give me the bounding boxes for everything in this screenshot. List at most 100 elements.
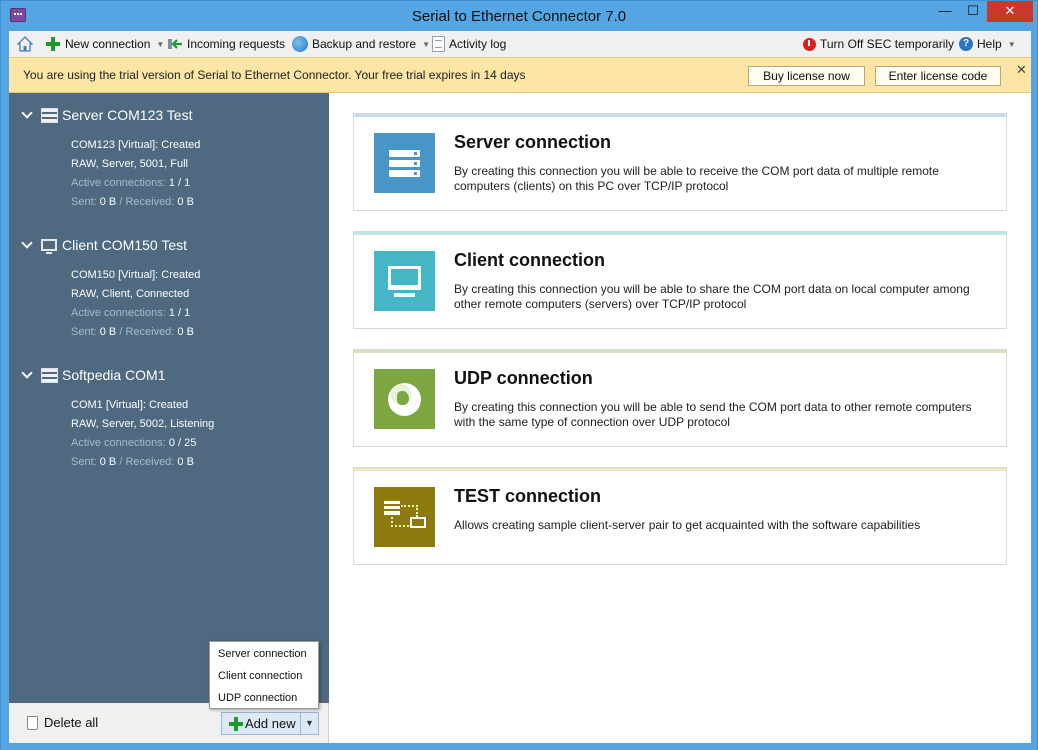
incoming-requests-label: Incoming requests bbox=[187, 37, 286, 51]
traffic-stats: Sent: 0 B / Received: 0 B bbox=[71, 456, 194, 468]
card-title: Server connection bbox=[454, 132, 612, 152]
sent-label: Sent: bbox=[71, 456, 97, 468]
title-bar[interactable]: Serial to Ethernet Connector 7.0 — ☐ ✕ bbox=[1, 1, 1037, 31]
backup-restore-label: Backup and restore bbox=[312, 37, 417, 51]
sidebar-footer: Delete all Add new ▼ bbox=[9, 703, 329, 743]
trash-icon bbox=[27, 715, 38, 730]
add-new-dropdown-arrow[interactable]: ▼ bbox=[300, 713, 318, 734]
incoming-requests-button[interactable]: Incoming requests bbox=[167, 34, 285, 54]
add-new-split-button[interactable]: Add new ▼ bbox=[221, 712, 319, 735]
add-new-button[interactable]: Add new bbox=[222, 713, 300, 734]
card-description: By creating this connection you will be … bbox=[454, 282, 970, 311]
menu-item-client-connection[interactable]: Client connection bbox=[218, 670, 302, 682]
received-label: / Received: bbox=[119, 456, 175, 468]
chevron-down-icon[interactable]: ▼ bbox=[422, 40, 430, 49]
minimize-button[interactable]: — bbox=[931, 1, 959, 22]
incoming-arrow-icon bbox=[168, 39, 182, 49]
sent-value: 0 B bbox=[99, 196, 117, 208]
connection-settings: RAW, Client, Connected bbox=[71, 288, 190, 300]
card-accent bbox=[354, 468, 1006, 471]
activity-log-label: Activity log bbox=[449, 37, 507, 51]
menu-item-udp-connection[interactable]: UDP connection bbox=[218, 692, 297, 704]
plus-icon bbox=[45, 36, 61, 52]
server-icon bbox=[41, 367, 58, 383]
chevron-down-icon[interactable] bbox=[21, 239, 33, 251]
connection-name: Client COM150 Test bbox=[62, 237, 188, 253]
client-area: New connection ▼ Incoming requests Backu… bbox=[9, 31, 1031, 743]
chevron-down-icon[interactable]: ▼ bbox=[1008, 40, 1016, 49]
help-button[interactable]: ? Help ▼ bbox=[959, 34, 1016, 54]
received-value: 0 B bbox=[177, 456, 194, 468]
chevron-down-icon[interactable]: ▼ bbox=[156, 40, 164, 49]
card-accent bbox=[354, 114, 1006, 117]
server-icon bbox=[41, 107, 58, 123]
active-connections: Active connections: 0 / 25 bbox=[71, 437, 196, 449]
new-connection-label: New connection bbox=[65, 37, 151, 51]
toolbar: New connection ▼ Incoming requests Backu… bbox=[9, 31, 1031, 57]
connection-port-status: COM123 [Virtual]: Created bbox=[71, 139, 201, 151]
home-button[interactable] bbox=[17, 34, 37, 54]
active-connections-value: 1 / 1 bbox=[168, 307, 191, 319]
received-value: 0 B bbox=[177, 196, 194, 208]
delete-all-label: Delete all bbox=[44, 715, 99, 730]
connection-port-status: COM150 [Virtual]: Created bbox=[71, 269, 201, 281]
udp-connection-globe-icon bbox=[374, 369, 435, 429]
turn-off-sec-label: Turn Off SEC temporarily bbox=[820, 37, 955, 51]
new-connection-button[interactable]: New connection ▼ bbox=[45, 34, 164, 54]
active-connections-value: 1 / 1 bbox=[168, 177, 191, 189]
test-connection-card[interactable]: TEST connection Allows creating sample c… bbox=[353, 467, 1007, 565]
traffic-stats: Sent: 0 B / Received: 0 B bbox=[71, 196, 194, 208]
sent-value: 0 B bbox=[99, 456, 117, 468]
menu-item-server-connection[interactable]: Server connection bbox=[218, 648, 307, 660]
activity-log-button[interactable]: Activity log bbox=[432, 34, 506, 54]
close-button[interactable]: ✕ bbox=[987, 1, 1033, 22]
turn-off-sec-button[interactable]: Turn Off SEC temporarily bbox=[803, 34, 954, 54]
help-label: Help bbox=[977, 37, 1002, 51]
add-new-label: Add new bbox=[245, 716, 296, 731]
active-connections-label: Active connections: bbox=[71, 437, 166, 449]
server-connection-card[interactable]: Server connection By creating this conne… bbox=[353, 113, 1007, 211]
backup-restore-button[interactable]: Backup and restore ▼ bbox=[292, 34, 430, 54]
app-window: Serial to Ethernet Connector 7.0 — ☐ ✕ N… bbox=[0, 0, 1038, 750]
card-accent bbox=[354, 350, 1006, 353]
server-connection-icon bbox=[374, 133, 435, 193]
window-title: Serial to Ethernet Connector 7.0 bbox=[411, 8, 627, 25]
udp-connection-card[interactable]: UDP connection By creating this connecti… bbox=[353, 349, 1007, 447]
chevron-down-icon[interactable] bbox=[21, 369, 33, 381]
backup-icon bbox=[292, 36, 308, 52]
connections-sidebar: Server COM123 Test COM123 [Virtual]: Cre… bbox=[9, 93, 329, 703]
sent-value: 0 B bbox=[99, 326, 117, 338]
log-document-icon bbox=[432, 36, 445, 52]
client-connection-icon bbox=[374, 251, 435, 311]
connection-port-status: COM1 [Virtual]: Created bbox=[71, 399, 189, 411]
delete-all-button[interactable]: Delete all bbox=[27, 715, 98, 730]
received-label: / Received: bbox=[119, 196, 175, 208]
computer-icon bbox=[41, 239, 57, 254]
connection-name: Softpedia COM1 bbox=[62, 367, 166, 383]
help-icon: ? bbox=[959, 37, 973, 51]
connection-settings: RAW, Server, 5002, Listening bbox=[71, 418, 215, 430]
close-banner-icon[interactable]: ✕ bbox=[1016, 62, 1027, 78]
trial-banner: You are using the trial version of Seria… bbox=[9, 57, 1031, 93]
active-connections: Active connections: 1 / 1 bbox=[71, 177, 190, 189]
maximize-button[interactable]: ☐ bbox=[959, 1, 987, 22]
connection-header[interactable]: Server COM123 Test bbox=[21, 105, 192, 125]
client-connection-card[interactable]: Client connection By creating this conne… bbox=[353, 231, 1007, 329]
received-label: / Received: bbox=[119, 326, 175, 338]
enter-license-button[interactable]: Enter license code bbox=[875, 66, 1001, 86]
trial-message: You are using the trial version of Seria… bbox=[23, 68, 526, 82]
plus-icon bbox=[229, 716, 243, 731]
card-title: Client connection bbox=[454, 250, 606, 270]
chevron-down-icon[interactable] bbox=[21, 109, 33, 121]
connection-header[interactable]: Softpedia COM1 bbox=[21, 365, 166, 385]
connection-header[interactable]: Client COM150 Test bbox=[21, 235, 187, 255]
card-title: UDP connection bbox=[454, 368, 593, 388]
add-new-menu: Server connection Client connection UDP … bbox=[209, 641, 319, 709]
traffic-stats: Sent: 0 B / Received: 0 B bbox=[71, 326, 194, 338]
home-icon bbox=[17, 36, 33, 52]
active-connections-label: Active connections: bbox=[71, 307, 166, 319]
test-connection-icon bbox=[374, 487, 435, 547]
card-description: By creating this connection you will be … bbox=[454, 164, 939, 193]
buy-license-button[interactable]: Buy license now bbox=[748, 66, 865, 86]
active-connections: Active connections: 1 / 1 bbox=[71, 307, 190, 319]
